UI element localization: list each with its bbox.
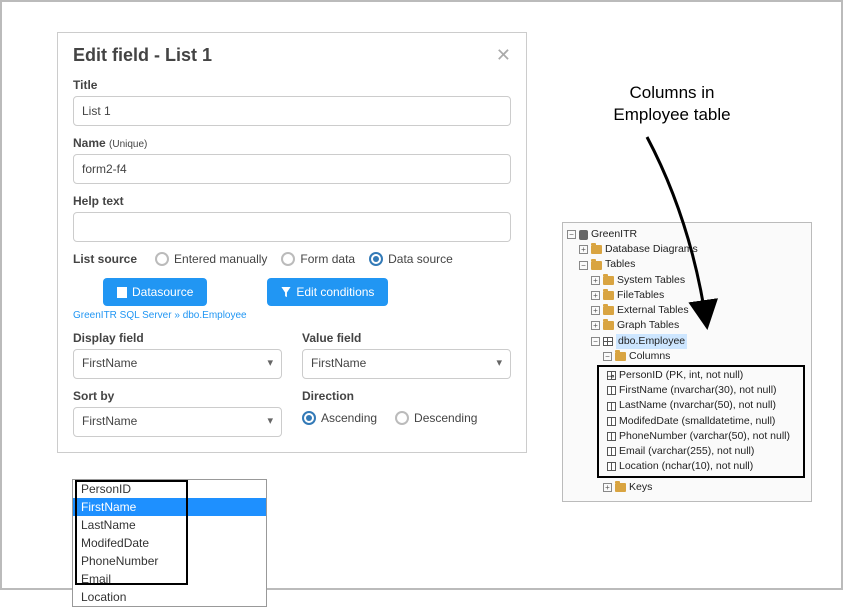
title-label: Title xyxy=(73,78,511,92)
folder-icon xyxy=(603,306,614,315)
radio-entered-manually[interactable]: Entered manually xyxy=(155,252,267,266)
radio-form-data[interactable]: Form data xyxy=(281,252,355,266)
tree-column[interactable]: ModifedDate (smalldatetime, null) xyxy=(601,414,801,429)
sort-by-select[interactable]: FirstName xyxy=(73,407,282,437)
tree-node[interactable]: +System Tables xyxy=(567,273,807,288)
tree-node-columns[interactable]: −Columns xyxy=(567,349,807,364)
folder-icon xyxy=(603,276,614,285)
tree-node-database[interactable]: −GreenITR xyxy=(567,227,807,242)
tree-column[interactable]: LastName (nvarchar(50), not null) xyxy=(601,398,801,413)
folder-icon xyxy=(591,245,602,254)
name-input[interactable] xyxy=(73,154,511,184)
tree-column[interactable]: Email (varchar(255), not null) xyxy=(601,444,801,459)
folder-icon xyxy=(603,321,614,330)
column-icon xyxy=(607,402,616,411)
tree-node-employee[interactable]: −dbo.Employee xyxy=(567,334,807,349)
datasource-button[interactable]: Datasource xyxy=(103,278,207,306)
column-icon xyxy=(607,447,616,456)
display-field-label: Display field xyxy=(73,331,282,345)
dropdown-option[interactable]: PhoneNumber xyxy=(73,552,266,570)
direction-label: Direction xyxy=(302,389,511,403)
column-icon xyxy=(607,462,616,471)
sort-by-label: Sort by xyxy=(73,389,282,403)
tree-column[interactable]: PersonID (PK, int, not null) xyxy=(601,368,801,383)
tree-node[interactable]: +Database Diagrams xyxy=(567,242,807,257)
tree-node[interactable]: −Tables xyxy=(567,257,807,272)
tree-node[interactable]: +External Tables xyxy=(567,303,807,318)
radio-icon xyxy=(281,252,295,266)
tree-column[interactable]: FirstName (nvarchar(30), not null) xyxy=(601,383,801,398)
dropdown-option[interactable]: LastName xyxy=(73,516,266,534)
radio-icon xyxy=(395,411,409,425)
column-icon xyxy=(607,432,616,441)
radio-data-source[interactable]: Data source xyxy=(369,252,453,266)
close-icon[interactable]: ✕ xyxy=(496,45,511,66)
object-explorer-tree: −GreenITR +Database Diagrams −Tables +Sy… xyxy=(562,222,812,502)
name-label: Name (Unique) xyxy=(73,136,511,150)
edit-conditions-button[interactable]: Edit conditions xyxy=(267,278,388,306)
dropdown-option[interactable]: Location xyxy=(73,588,266,606)
list-source-label: List source xyxy=(73,252,137,266)
help-text-input[interactable] xyxy=(73,212,511,242)
database-icon xyxy=(117,287,127,298)
folder-icon xyxy=(615,483,626,492)
dropdown-option[interactable]: PersonID xyxy=(73,480,266,498)
edit-field-dialog: Edit field - List 1 ✕ Title Name (Unique… xyxy=(57,32,527,453)
column-icon xyxy=(607,386,616,395)
radio-descending[interactable]: Descending xyxy=(395,411,477,425)
folder-icon xyxy=(591,261,602,270)
folder-icon xyxy=(615,352,626,361)
radio-ascending[interactable]: Ascending xyxy=(302,411,377,425)
radio-icon xyxy=(155,252,169,266)
table-icon xyxy=(603,337,613,346)
dialog-title: Edit field - List 1 xyxy=(73,45,212,66)
breadcrumb-server-link[interactable]: GreenITR SQL Server xyxy=(73,310,172,321)
value-field-select[interactable]: FirstName xyxy=(302,349,511,379)
tree-column[interactable]: Location (nchar(10), not null) xyxy=(601,459,801,474)
folder-icon xyxy=(603,291,614,300)
document-frame: Edit field - List 1 ✕ Title Name (Unique… xyxy=(0,0,843,590)
radio-icon xyxy=(369,252,383,266)
tree-column[interactable]: PhoneNumber (varchar(50), not null) xyxy=(601,429,801,444)
dropdown-option[interactable]: ModifedDate xyxy=(73,534,266,552)
annotation-label: Columns in Employee table xyxy=(572,82,772,126)
breadcrumb-table-link[interactable]: dbo.Employee xyxy=(183,310,247,321)
tree-node[interactable]: +Graph Tables xyxy=(567,318,807,333)
dropdown-option[interactable]: FirstName xyxy=(73,498,266,516)
column-icon xyxy=(607,417,616,426)
database-icon xyxy=(579,230,588,240)
title-input[interactable] xyxy=(73,96,511,126)
display-field-select[interactable]: FirstName xyxy=(73,349,282,379)
help-text-label: Help text xyxy=(73,194,511,208)
filter-icon xyxy=(281,287,291,298)
datasource-breadcrumb: GreenITR SQL Server » dbo.Employee xyxy=(73,310,511,321)
sort-by-dropdown-list[interactable]: PersonID FirstName LastName ModifedDate … xyxy=(72,479,267,607)
key-column-icon xyxy=(607,371,616,380)
tree-node[interactable]: +Keys xyxy=(567,480,807,495)
radio-icon xyxy=(302,411,316,425)
columns-highlight-box: PersonID (PK, int, not null) FirstName (… xyxy=(597,365,805,478)
value-field-label: Value field xyxy=(302,331,511,345)
dropdown-option[interactable]: Email xyxy=(73,570,266,588)
tree-node[interactable]: +FileTables xyxy=(567,288,807,303)
